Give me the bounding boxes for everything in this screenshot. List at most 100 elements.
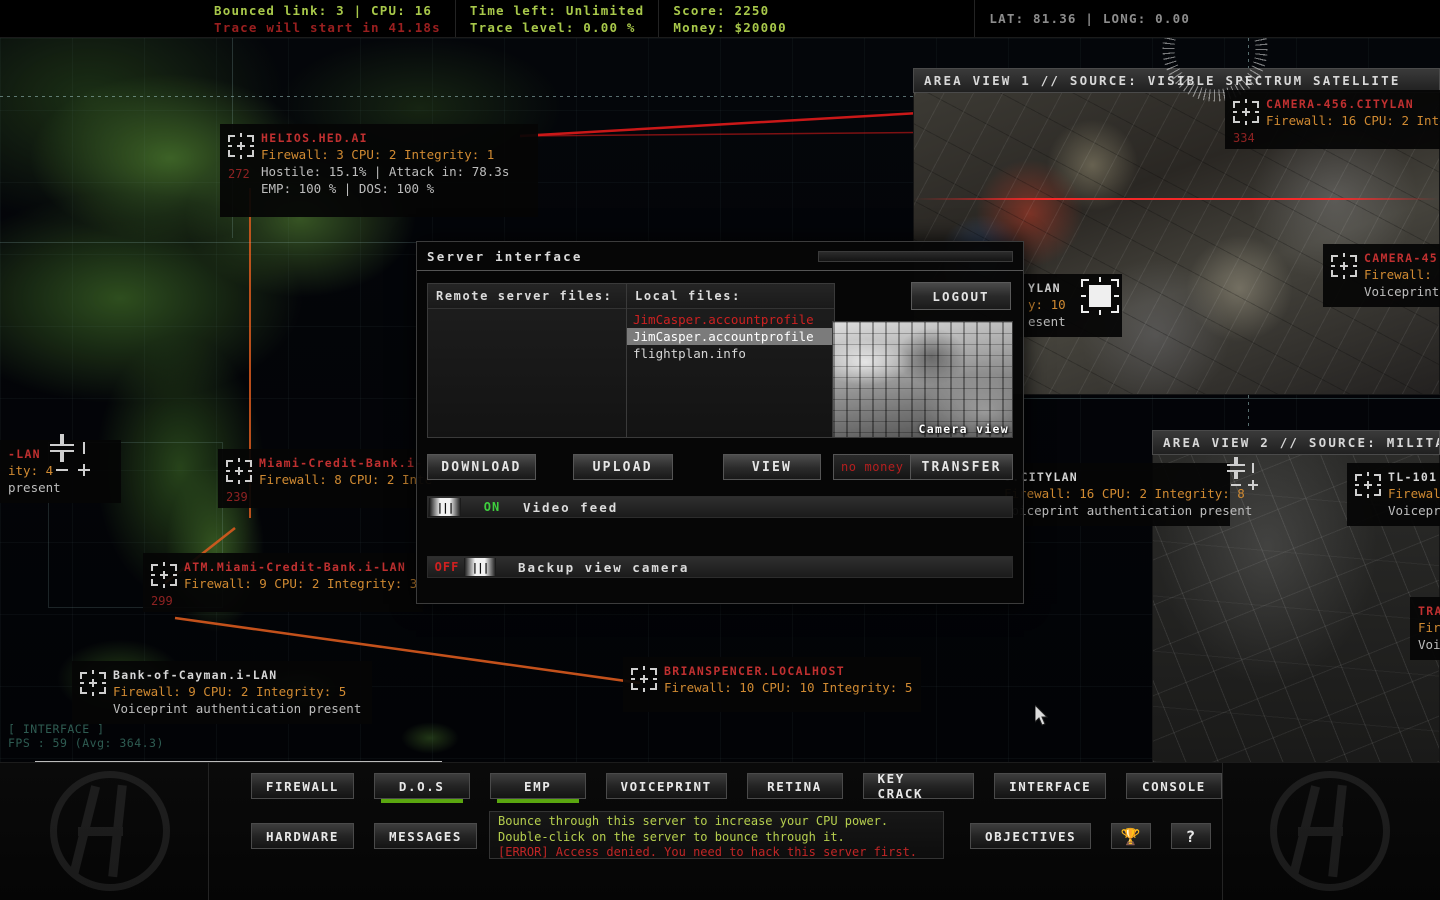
crosshair-icon	[631, 666, 657, 692]
camera-view-panel[interactable]: Camera view	[832, 321, 1013, 438]
status-bar: Bounced link: 3 | CPU: 16 Trace will sta…	[0, 0, 1440, 38]
node-stats: Firewall: 10 CPU: 10 Integrity: 5	[664, 679, 912, 696]
debug-overlay: [ INTERFACE ] FPS : 59 (Avg: 364.3)	[8, 722, 164, 750]
message-line-2: Double-click on the server to bounce thr…	[498, 830, 935, 846]
node-camera-456-citylan[interactable]: CAMERA-456.CITYLAN Firewall: 16 CPU: 2 I…	[1225, 90, 1440, 149]
node-title: CAMERA-45	[1364, 250, 1440, 266]
node-stats: y: 10	[1028, 296, 1066, 313]
node-camera-45x[interactable]: CAMERA-45 Firewall: 16 Voiceprint a	[1323, 244, 1440, 307]
local-files-list[interactable]: JimCasper.accountprofile JimCasper.accou…	[627, 309, 834, 362]
file-item-selected[interactable]: JimCasper.accountprofile	[627, 328, 834, 345]
backup-camera-state: OFF	[430, 560, 464, 574]
selected-node-reticle[interactable]	[1081, 277, 1119, 315]
trace-level-value: Trace level: 0.00 %	[470, 19, 645, 36]
node-stats: Firewall: 9 CPU: 2 Integrity: 3	[184, 575, 417, 592]
hardware-button[interactable]: HARDWARE	[251, 823, 354, 849]
messages-button[interactable]: MESSAGES	[374, 823, 477, 849]
objectives-button[interactable]: OBJECTIVES	[970, 823, 1091, 849]
remote-files-pane[interactable]: Remote server files:	[427, 283, 627, 438]
node-helios[interactable]: HELIOS.HED.AI Firewall: 3 CPU: 2 Integri…	[220, 124, 538, 217]
node-bank-of-cayman[interactable]: Bank-of-Cayman.i-LAN Firewall: 9 CPU: 2 …	[72, 661, 372, 724]
tool-dos-button[interactable]: D.O.S	[374, 773, 470, 799]
tool-row-primary: FIREWALL D.O.S EMP VOICEPRINT RETINA KEY…	[209, 773, 1222, 799]
status-score: Score: 2250 Money: $20000	[659, 0, 975, 37]
scan-line	[914, 198, 1439, 200]
file-item-transferring[interactable]: JimCasper.accountprofile	[627, 311, 834, 328]
download-button[interactable]: DOWNLOAD	[427, 454, 536, 480]
area-view-2-title: AREA VIEW 2 // SOURCE: MILITARY AR	[1152, 430, 1440, 455]
local-files-header: Local files:	[627, 284, 834, 309]
tool-interface-button[interactable]: INTERFACE	[994, 773, 1106, 799]
video-feed-switch[interactable]: |||	[429, 498, 475, 516]
local-files-pane[interactable]: Local files: JimCasper.accountprofile Ji…	[627, 283, 835, 438]
node-o-citylan[interactable]: O.CITYLAN Firewall: 16 CPU: 2 Integrity:…	[1000, 463, 1230, 526]
camera-view-label: Camera view	[919, 422, 1009, 436]
node-auth-line: Voiceprint authentication present	[113, 700, 361, 717]
logout-button[interactable]: LOGOUT	[911, 282, 1011, 310]
upload-button[interactable]: UPLOAD	[573, 454, 673, 480]
switch-knob[interactable]: |||	[464, 558, 496, 576]
node-stats: Firewall: 16 CPU: 2 Integ	[1266, 112, 1440, 129]
node-stats: Firewall: 16 CPU: 2 Integrity: 8	[1004, 485, 1252, 502]
node-auth-line: Voiceprint authentication present	[1004, 502, 1252, 519]
interface-tag: [ INTERFACE ]	[8, 722, 164, 736]
node-auth-line: Voiceprin	[1388, 502, 1440, 519]
video-feed-toggle-row[interactable]: ||| ON Video feed	[427, 496, 1013, 518]
node-tl-101[interactable]: TL-101 Firewall Voiceprin	[1347, 463, 1440, 526]
crosshair-icon	[1233, 99, 1259, 125]
bounced-link-value: Bounced link: 3 | CPU: 16	[214, 2, 441, 19]
crosshair-icon	[151, 562, 177, 588]
view-button[interactable]: VIEW	[723, 454, 822, 480]
tool-voiceprint-button[interactable]: VOICEPRINT	[606, 773, 727, 799]
node-tra-clipped[interactable]: TRA Fir Voi	[1410, 597, 1440, 660]
tool-retina-button[interactable]: RETINA	[747, 773, 843, 799]
server-window-titlebar: Server interface	[417, 242, 1023, 271]
node-stats: Firewall: 16	[1364, 266, 1440, 283]
money-value: Money: $20000	[673, 19, 960, 36]
help-button[interactable]: ?	[1171, 823, 1211, 849]
file-item[interactable]: flightplan.info	[627, 345, 834, 362]
remote-files-list[interactable]	[428, 309, 626, 311]
switch-track: |||	[429, 498, 475, 516]
server-progress-bar	[818, 251, 1013, 262]
bottom-toolbar: FIREWALL D.O.S EMP VOICEPRINT RETINA KEY…	[0, 762, 1440, 900]
node-cost: 239	[226, 490, 248, 504]
node-title: Bank-of-Cayman.i-LAN	[113, 667, 361, 683]
backup-camera-switch[interactable]: |||	[464, 558, 510, 576]
tool-key-crack-button[interactable]: KEY CRACK	[863, 773, 975, 799]
node-title: HELIOS.HED.AI	[261, 130, 509, 146]
node-auth-line: Voi	[1418, 636, 1440, 653]
transfer-button[interactable]: TRANSFER	[910, 454, 1013, 480]
trophy-icon[interactable]: 🏆	[1111, 823, 1151, 849]
trace-start-value: Trace will start in 41.18s	[214, 19, 441, 36]
node-stats: Firewall	[1388, 485, 1440, 502]
right-actions: OBJECTIVES 🏆 ?	[970, 823, 1211, 849]
server-interface-window[interactable]: Server interface Remote server files: Lo…	[416, 241, 1024, 604]
node-title: -LAN	[8, 446, 61, 462]
game-logo-right	[1270, 771, 1390, 891]
node-title: O.CITYLAN	[1004, 469, 1252, 485]
crosshair-icon	[1331, 253, 1357, 279]
remote-files-header: Remote server files:	[428, 284, 626, 309]
node-stats: Firewall: 9 CPU: 2 Integrity: 5	[113, 683, 361, 700]
backup-camera-label: Backup view camera	[518, 560, 689, 575]
camera-feed-image	[833, 322, 1012, 437]
switch-knob[interactable]: |||	[429, 498, 461, 516]
node-stats: Firewall: 8 CPU: 2 Inte	[259, 471, 432, 488]
coordinates-value: LAT: 81.36 | LONG: 0.00	[989, 10, 1281, 27]
fps-readout: FPS : 59 (Avg: 364.3)	[8, 736, 164, 750]
node-title: CAMERA-456.CITYLAN	[1266, 96, 1440, 112]
node-hostile-line: Hostile: 15.1% | Attack in: 78.3s	[261, 163, 509, 180]
node-title: ATM.Miami-Credit-Bank.i-LAN	[184, 559, 417, 575]
tool-firewall-button[interactable]: FIREWALL	[251, 773, 354, 799]
no-money-indicator: no money	[833, 454, 910, 480]
backup-camera-toggle-row[interactable]: OFF ||| Backup view camera	[427, 556, 1013, 578]
server-window-body: Remote server files: Local files: JimCas…	[417, 271, 1023, 588]
node-auth-line: esent	[1028, 313, 1066, 330]
node-title: YLAN	[1028, 280, 1066, 296]
node-brianspencer[interactable]: BRIANSPENCER.LOCALHOST Firewall: 10 CPU:…	[623, 657, 921, 712]
tool-console-button[interactable]: CONSOLE	[1126, 773, 1222, 799]
node-atm-miami-credit-bank[interactable]: ATM.Miami-Credit-Bank.i-LAN Firewall: 9 …	[143, 553, 423, 612]
tool-emp-button[interactable]: EMP	[490, 773, 586, 799]
guide-horizontal-mid	[0, 242, 416, 243]
